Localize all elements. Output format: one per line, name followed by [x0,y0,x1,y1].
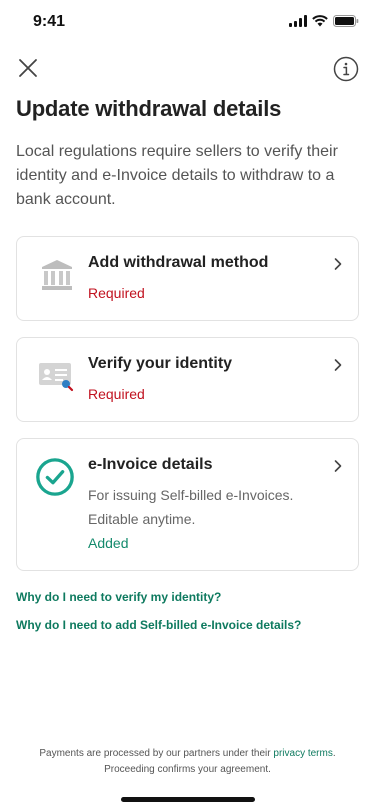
einvoice-details-card[interactable]: e-Invoice details For issuing Self-bille… [16,438,359,571]
status-required: Required [88,386,145,402]
bank-icon [37,255,77,295]
battery-icon [333,15,359,27]
status-icons [289,15,359,27]
help-link-einvoice[interactable]: Why do I need to add Self-billed e-Invoi… [16,618,301,632]
page-title: Update withdrawal details [16,96,282,121]
footer-line-1: Payments are processed by our partners u… [0,746,375,762]
card-description: For issuing Self-billed e-Invoices. Edit… [88,487,294,527]
footer-period: . [332,748,336,759]
withdrawal-method-card[interactable]: Add withdrawal method Required [16,236,359,321]
close-icon [19,59,37,77]
wifi-icon [312,15,328,27]
status-bar: 9:41 [0,0,375,44]
chevron-right-icon [334,359,342,371]
footer-text: Payments are processed by our partners u… [39,748,274,759]
card-title: Add withdrawal method [88,254,269,271]
signal-icon [289,15,307,27]
status-time: 9:41 [33,13,66,30]
page-description: Local regulations require sellers to ver… [16,143,338,208]
home-indicator [121,797,255,802]
card-title: Verify your identity [88,355,233,372]
id-card-icon [37,356,77,396]
status-added: Added [88,535,129,551]
chevron-right-icon [334,258,342,270]
close-button[interactable] [16,56,40,80]
status-required: Required [88,285,145,301]
chevron-right-icon [334,460,342,472]
card-title: e-Invoice details [88,456,213,473]
top-bar [0,56,375,82]
check-circle-icon [35,457,75,497]
verify-identity-card[interactable]: Verify your identity Required [16,337,359,422]
info-button[interactable] [333,56,359,82]
info-icon [333,56,359,82]
privacy-terms-link[interactable]: privacy terms [273,748,332,759]
footer-line-2: Proceeding confirms your agreement. [104,764,271,775]
help-link-verify-identity[interactable]: Why do I need to verify my identity? [16,590,221,604]
footer: Payments are processed by our partners u… [0,746,375,778]
